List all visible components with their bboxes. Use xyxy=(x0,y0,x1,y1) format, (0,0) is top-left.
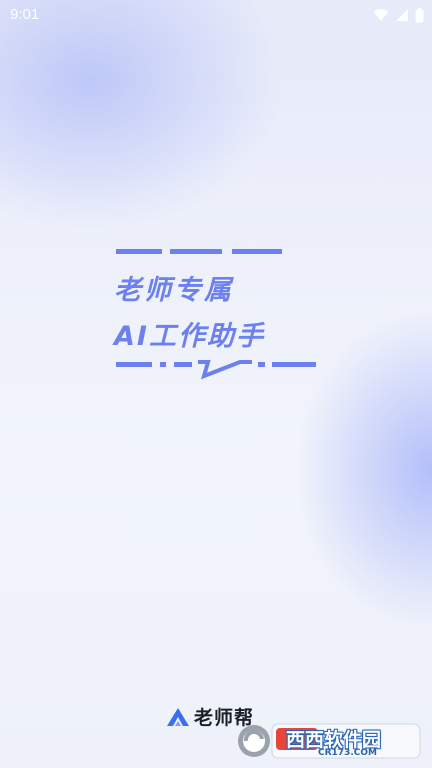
watermark-url: CR173.COM xyxy=(318,748,377,758)
status-icons xyxy=(373,6,424,24)
slogan-line-1: 老师专属 xyxy=(114,275,234,306)
splash-background xyxy=(0,0,432,768)
wifi-icon xyxy=(373,9,389,21)
status-bar: 9:01 xyxy=(0,0,432,30)
slogan-line-2: AI工作助手 xyxy=(114,321,265,352)
top-dash-2 xyxy=(170,249,222,254)
top-dash-1 xyxy=(116,249,162,254)
status-time: 9:01 xyxy=(10,6,40,23)
slogan: 老师专属 AI工作助手 xyxy=(112,246,322,380)
battery-icon xyxy=(415,7,424,22)
brand-logo-icon xyxy=(167,707,189,726)
speech-bubble-underline xyxy=(116,360,316,380)
top-dash-3 xyxy=(232,249,282,254)
watermark: 西西软件园 CR173.COM xyxy=(232,720,424,762)
signal-icon xyxy=(396,9,408,21)
